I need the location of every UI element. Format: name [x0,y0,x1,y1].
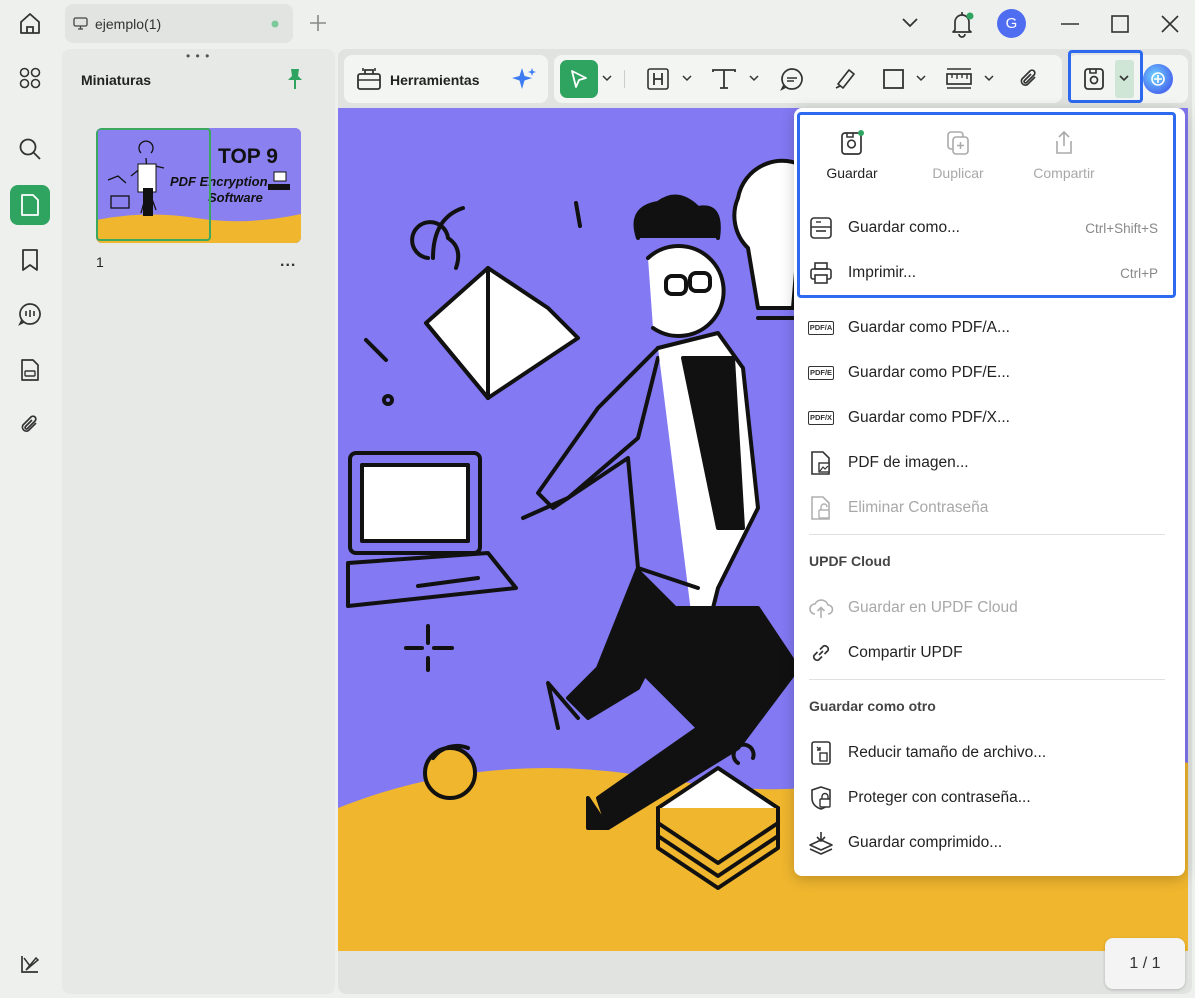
select-tool-chevron-icon[interactable] [601,73,613,83]
text-chevron-icon[interactable] [748,73,760,83]
menu-item-label: Compartir UPDF [848,644,963,661]
add-tab-icon[interactable] [308,13,328,33]
thumb-text-top9: TOP 9 [218,145,278,168]
menu-item-label: Eliminar Contraseña [848,499,989,516]
text-tool-icon[interactable] [710,67,738,91]
menu-separator [809,534,1165,535]
ai-assistant-icon[interactable] [1143,64,1173,94]
unsaved-dot-icon [271,20,279,28]
menu-highlight-frame [797,112,1176,298]
menu-item-label: Guardar como PDF/A... [848,319,1010,336]
section-title-other: Guardar como otro [809,698,936,714]
image-pdf-icon [808,450,834,476]
panel-drag-handle[interactable]: • • • [186,50,210,62]
user-avatar[interactable]: G [997,9,1026,38]
pdf-e-badge: PDF/E [807,366,835,380]
thumbnail-more-button[interactable]: ... [280,253,296,271]
minimize-icon[interactable] [1060,22,1080,26]
tab-title: ejemplo(1) [95,16,162,32]
link-icon [808,640,834,666]
menu-item-save-cloud[interactable]: Guardar en UPDF Cloud [808,593,1168,623]
pdf-a-icon: PDF/A [807,315,835,341]
menu-item-label: Guardar en UPDF Cloud [848,599,1018,616]
menu-item-label: Guardar como PDF/E... [848,364,1010,381]
menu-item-save-pdfa[interactable]: PDF/A Guardar como PDF/A... [807,313,1168,343]
comment-tool-icon[interactable] [779,66,805,92]
pin-icon[interactable] [284,67,306,91]
left-nav-rail [0,48,60,998]
form-fields-icon[interactable] [10,350,50,390]
menu-item-reduce-size[interactable]: Reducir tamaño de archivo... [808,738,1168,768]
menu-item-label: Guardar como PDF/X... [848,409,1010,426]
measure-tool-icon[interactable] [945,66,973,92]
cursor-icon [571,70,587,88]
comments-icon[interactable] [10,294,50,334]
attachment-icon[interactable] [10,405,50,445]
heading-tool-icon[interactable] [646,67,670,91]
section-title-cloud: UPDF Cloud [809,553,891,569]
thumbnails-icon[interactable] [10,185,50,225]
menu-item-protect-password[interactable]: Proteger con contraseña... [808,783,1168,813]
menu-item-label: Guardar comprimido... [848,834,1003,851]
pdf-a-badge: PDF/A [807,321,835,335]
menu-item-save-pdfe[interactable]: PDF/E Guardar como PDF/E... [807,358,1168,388]
toolbox-icon[interactable] [356,66,382,92]
thumbnails-panel: • • • Miniaturas TOP 9 PDF Encryption So… [62,49,335,994]
menu-item-remove-password[interactable]: Eliminar Contraseña [808,493,1168,523]
menu-item-save-compressed[interactable]: Guardar comprimido... [808,828,1168,858]
search-icon[interactable] [10,129,50,169]
bookmark-icon[interactable] [10,240,50,280]
page-indicator[interactable]: 1 / 1 [1105,938,1185,989]
pdf-e-icon: PDF/E [807,360,835,386]
compress-layers-icon [808,830,834,856]
organize-pages-icon[interactable] [10,58,50,98]
close-icon[interactable] [1160,14,1180,34]
thumbnail-selection-frame [96,128,211,241]
cloud-upload-icon [808,595,834,621]
maximize-icon[interactable] [1110,14,1130,34]
title-bar: ejemplo(1) G [0,0,1195,48]
thumb-text-software: Software [208,190,263,205]
document-tab[interactable]: ejemplo(1) [65,4,293,43]
ai-sparkle-icon[interactable] [510,66,538,92]
monitor-icon [73,17,88,30]
attach-tool-icon[interactable] [1016,66,1042,92]
pdf-x-badge: PDF/X [807,411,835,425]
reduce-size-icon [808,740,834,766]
layers-icon[interactable] [10,944,50,984]
heading-chevron-icon[interactable] [681,73,693,83]
chevron-down-icon[interactable] [901,16,919,30]
measure-chevron-icon[interactable] [983,73,995,83]
menu-item-label: Reducir tamaño de archivo... [848,744,1047,761]
menu-item-label: PDF de imagen... [848,454,969,471]
unlock-document-icon [808,495,834,521]
menu-item-share-updf[interactable]: Compartir UPDF [808,638,1168,668]
panel-title: Miniaturas [81,72,152,88]
highlighter-tool-icon[interactable] [832,66,858,92]
pdf-x-icon: PDF/X [807,405,835,431]
menu-separator [809,679,1165,680]
home-icon[interactable] [16,10,44,38]
thumbnail-page-number: 1 [96,254,104,270]
shield-lock-icon [808,785,834,811]
select-tool-button[interactable] [560,60,598,98]
shape-tool-icon[interactable] [882,67,906,91]
menu-item-label: Proteger con contraseña... [848,789,1031,806]
page-thumbnail[interactable]: TOP 9 PDF Encryption Software [96,128,301,243]
notification-bell-icon[interactable] [949,10,975,38]
tools-button-label[interactable]: Herramientas [390,72,480,88]
menu-item-save-pdfx[interactable]: PDF/X Guardar como PDF/X... [807,403,1168,433]
toolbar-divider [624,70,625,88]
menu-item-image-pdf[interactable]: PDF de imagen... [808,448,1168,478]
save-button-highlight [1068,50,1143,103]
shape-chevron-icon[interactable] [915,73,927,83]
